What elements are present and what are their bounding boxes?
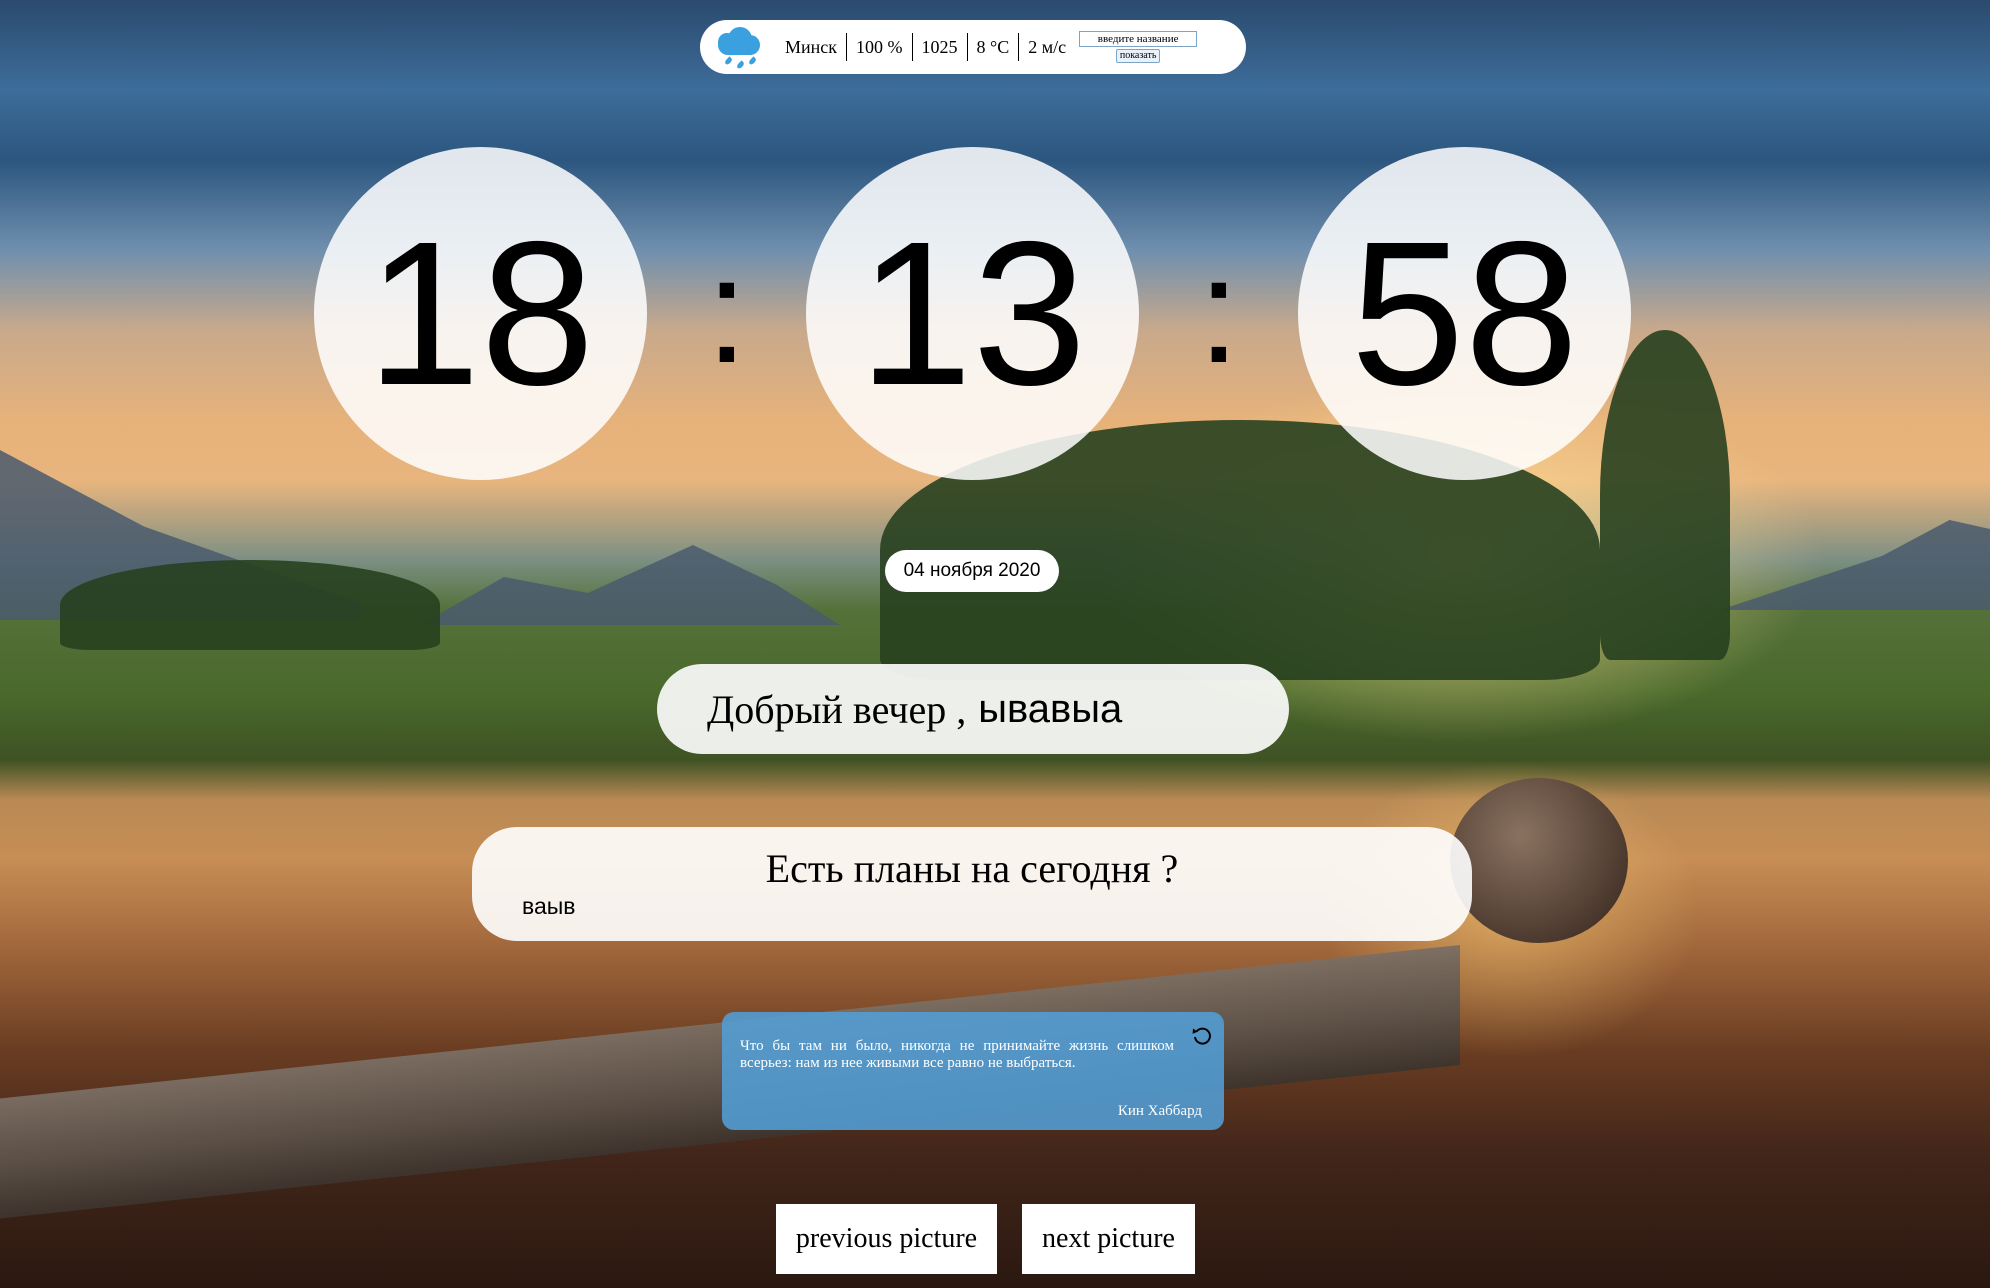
weather-city: Минск [776,33,848,61]
plans-question: Есть планы на сегодня ? [765,846,1179,891]
weather-widget: Минск 100 % 1025 8 °C 2 м/с показать [700,20,1246,74]
refresh-icon[interactable] [1190,1024,1214,1048]
plans-box: Есть планы на сегодня ? ваыв [472,827,1472,941]
quote-author: Кин Хаббард [1117,1103,1202,1119]
greeting-text: Добрый вечер , [707,686,967,732]
trees-left [60,560,440,650]
plans-input[interactable]: ваыв [522,893,576,920]
next-picture-button[interactable]: next picture [1022,1204,1195,1274]
mountain-right [1720,520,1990,610]
quote-card: Что бы там ни было, никогда не принимайт… [722,1012,1224,1130]
previous-picture-button[interactable]: previous picture [776,1204,997,1274]
stone-sphere [1450,778,1628,943]
greeting-box: Добрый вечер , ывавыа [657,664,1289,754]
user-name-field[interactable]: ывавыа [978,687,1122,732]
weather-temperature: 8 °C [968,33,1020,61]
clock-seconds: 58 [1298,147,1631,480]
rain-cloud-icon [712,25,764,70]
clock-hours: 18 [314,147,647,480]
quote-text: Что бы там ни было, никогда не принимайт… [740,1038,1174,1071]
weather-wind: 2 м/с [1028,37,1067,57]
weather-pressure: 1025 [913,33,968,61]
clock-separator: : [706,226,748,394]
show-weather-button[interactable]: показать [1115,49,1161,63]
city-input[interactable] [1079,31,1198,47]
city-form: показать [1079,31,1198,63]
date-badge: 04 ноября 2020 [885,550,1059,592]
weather-humidity: 100 % [847,33,913,61]
clock-separator: : [1198,226,1240,394]
clock-minutes: 13 [806,147,1139,480]
trees-right [1600,330,1730,660]
mountain-center [420,545,840,625]
